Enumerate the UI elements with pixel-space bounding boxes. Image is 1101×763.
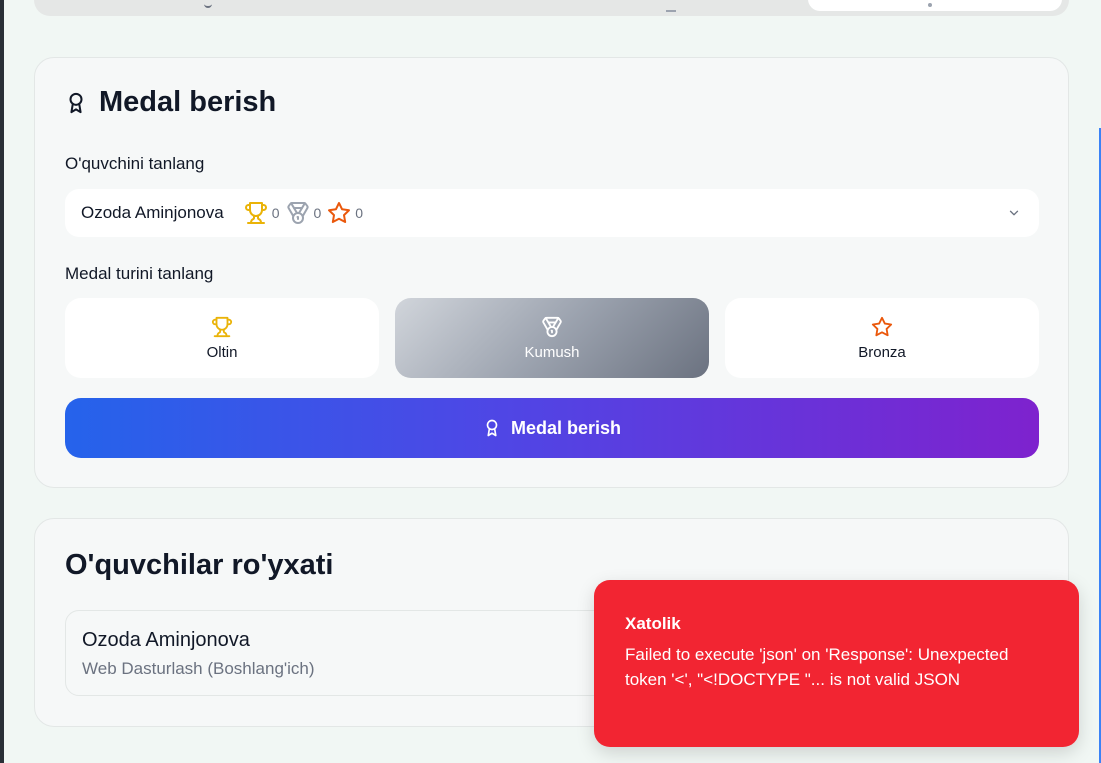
medal-type-label: Medal turini tanlang [65, 264, 214, 283]
award-medal-button[interactable]: Medal berish [65, 398, 1039, 458]
window-edge [0, 0, 4, 763]
award-medal-button-label: Medal berish [510, 417, 622, 438]
selected-student-name: Ozoda Aminjonova [81, 203, 224, 222]
medal-type-silver-button[interactable]: Kumush [395, 298, 709, 378]
medal-type-label-bronze: Bronza [858, 343, 906, 361]
award-icon [486, 419, 498, 437]
chevron-down-icon[interactable] [1007, 206, 1021, 220]
gold-count-badge: 0 [244, 201, 280, 225]
header-search-input[interactable] [808, 0, 1062, 11]
student-name: Ozoda Aminjonova [82, 629, 250, 651]
medal-type-label-gold: Oltin [206, 343, 238, 361]
medal-icon [542, 316, 562, 337]
trophy-icon [211, 316, 233, 337]
medal-type-bronze-button[interactable]: Bronza [725, 298, 1039, 378]
students-list-title: O'quvchilar ro'yxati [65, 549, 334, 581]
student-select-label: O'quvchini tanlang [65, 154, 205, 173]
toast-title: Xatolik [625, 614, 681, 633]
medal-icon [286, 202, 309, 224]
medal-card-header: Medal berish [65, 86, 276, 119]
medal-type-gold-button[interactable]: Oltin [65, 298, 379, 378]
student-course: Web Dasturlash (Boshlang'ich) [82, 659, 315, 678]
star-icon [871, 316, 893, 336]
top-header [34, 0, 1069, 16]
header-fragment [204, 4, 212, 8]
student-select[interactable]: Ozoda Aminjonova 0 0 0 [65, 189, 1039, 237]
silver-count-badge: 0 [286, 201, 321, 225]
toast-message: Failed to execute 'json' on 'Response': … [625, 645, 1009, 689]
award-icon [69, 92, 83, 113]
error-toast[interactable]: Xatolik Failed to execute 'json' on 'Res… [594, 580, 1079, 747]
medal-card-title: Medal berish [99, 86, 277, 118]
bronze-count-badge: 0 [327, 201, 363, 225]
star-icon [328, 202, 351, 224]
medal-type-group: Oltin Kumush Bronza [65, 298, 1039, 378]
trophy-icon [244, 202, 267, 224]
header-fragment [666, 10, 676, 12]
medal-award-card: Medal berish O'quvchini tanlang Ozoda Am… [34, 57, 1069, 488]
medal-type-label-silver: Kumush [524, 343, 580, 361]
